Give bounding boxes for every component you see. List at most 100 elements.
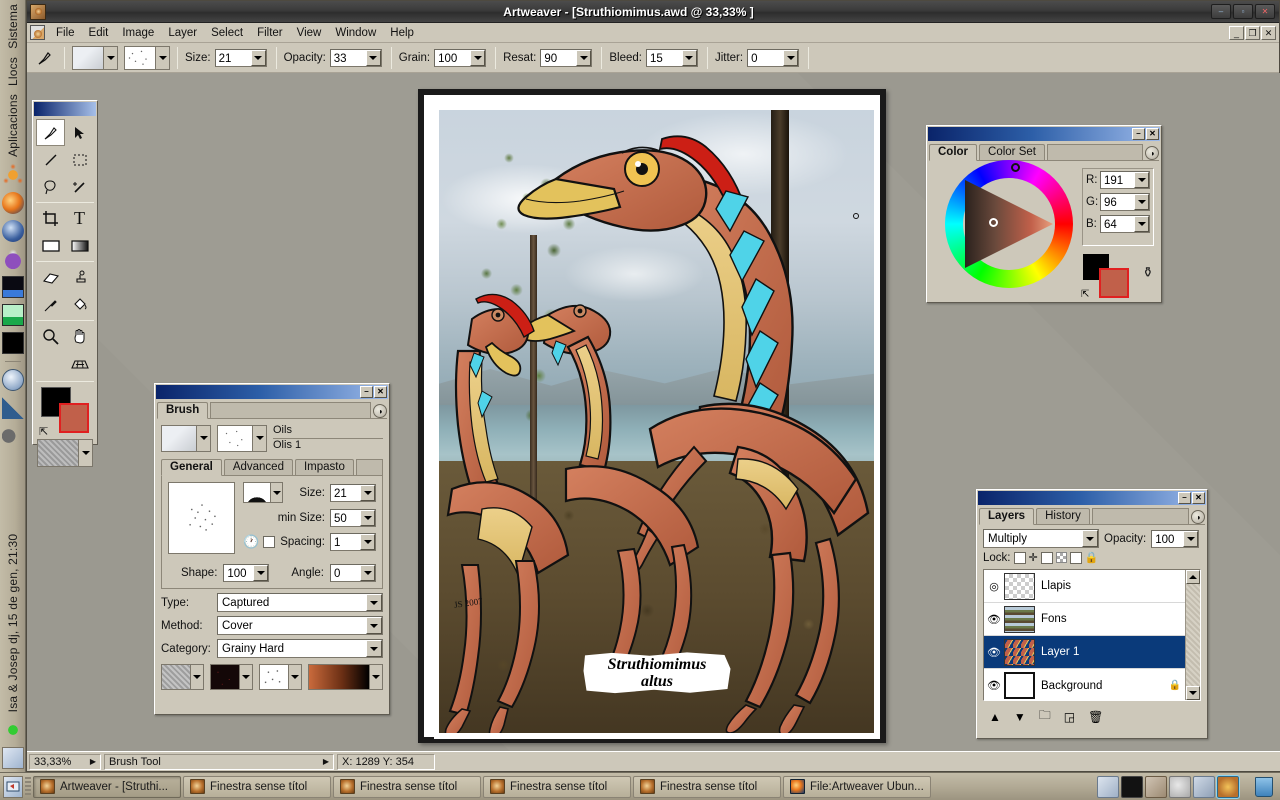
brush-angle-input[interactable]: 0 [330, 564, 376, 582]
task-untitled-3[interactable]: Finestra sense títol [483, 776, 631, 798]
network-monitor-applet[interactable] [2, 397, 24, 419]
gnome-menu-aplicacions[interactable]: Aplicacions [6, 90, 20, 161]
pattern-swatch[interactable] [210, 664, 253, 690]
menu-filter[interactable]: Filter [250, 25, 290, 41]
layers-opacity-input[interactable]: 100 [1151, 530, 1199, 548]
eraser-tool[interactable] [36, 264, 65, 291]
perspective-tool[interactable] [65, 350, 94, 377]
color-picker-icon[interactable]: ⚱ [1142, 264, 1154, 281]
tab-impasto[interactable]: Impasto [295, 459, 354, 475]
layers-panel-titlebar[interactable]: – ✕ [978, 491, 1206, 505]
layer-list[interactable]: ◎ Llapis 👁 Fons 👁 Layer 1 [983, 569, 1201, 701]
brush-panel-close-button[interactable]: ✕ [374, 386, 387, 398]
move-tool[interactable] [65, 119, 94, 146]
brush-panel-menu-icon[interactable]: ◑ [373, 404, 387, 418]
brush-type-select[interactable]: Captured [217, 593, 383, 612]
foreground-color-swatch[interactable] [1099, 268, 1129, 298]
close-button[interactable]: ✕ [1255, 4, 1275, 19]
gnome-clock[interactable]: Isa & Josep dj, 15 de gen, 21:30 [6, 450, 20, 716]
layers-panel-menu-icon[interactable]: ◑ [1191, 510, 1205, 524]
trash-icon[interactable] [1255, 777, 1273, 797]
mdi-restore-button[interactable]: ❐ [1245, 26, 1260, 40]
brush-panel-minimize-button[interactable]: – [360, 386, 373, 398]
evolution-icon[interactable] [2, 220, 24, 242]
package-icon[interactable] [1145, 776, 1167, 798]
menu-image[interactable]: Image [115, 25, 161, 41]
rect-select-tool[interactable] [65, 146, 94, 173]
image-canvas-window[interactable]: JS 2007 Struthiomimus altus [418, 89, 886, 743]
zoom-tool[interactable] [36, 323, 65, 350]
layer-row[interactable]: 👁 Fons [984, 603, 1185, 636]
minimize-button[interactable]: – [1211, 4, 1231, 19]
brush-shape-input[interactable]: 100 [223, 564, 269, 582]
brush-dab-swatch[interactable] [217, 425, 267, 452]
layer-row[interactable]: 👁 Layer 1 [984, 636, 1185, 669]
firefox-icon[interactable] [2, 192, 24, 214]
red-input[interactable]: 191 [1100, 171, 1150, 189]
swap-colors-icon[interactable]: ⇱ [1081, 289, 1089, 300]
new-layer-icon[interactable]: ◲ [1064, 710, 1075, 724]
mdi-close-button[interactable]: ✕ [1261, 26, 1276, 40]
visibility-toggle-icon[interactable]: 👁 [984, 613, 1004, 626]
foreground-color-swatch[interactable] [59, 403, 89, 433]
task-untitled-2[interactable]: Finestra sense títol [333, 776, 481, 798]
color-panel-close-button[interactable]: ✕ [1146, 128, 1159, 140]
clock-icon[interactable] [2, 369, 24, 391]
image-viewer-icon[interactable] [1217, 776, 1239, 798]
menu-select[interactable]: Select [204, 25, 250, 41]
tab-general[interactable]: General [161, 459, 222, 476]
maximize-button[interactable]: ▫ [1233, 4, 1253, 19]
bleed-input[interactable]: 15 [646, 49, 698, 67]
toolbox-titlebar[interactable] [34, 102, 96, 116]
gnome-menu-sistema[interactable]: Sistema [6, 0, 20, 53]
runner-icon[interactable] [2, 719, 24, 741]
move-down-icon[interactable]: ▼ [1014, 710, 1026, 724]
spacing-checkbox[interactable] [263, 536, 275, 548]
active-tool-display[interactable]: Brush Tool ▶ [104, 754, 334, 770]
resat-dropdown-arrow[interactable] [576, 50, 591, 66]
terminal-icon[interactable] [1121, 776, 1143, 798]
gnome-menu-llocs[interactable]: Llocs [6, 53, 20, 90]
menu-layer[interactable]: Layer [161, 25, 204, 41]
zoom-dropdown-arrow[interactable]: ▶ [82, 757, 96, 766]
hand-tool[interactable] [65, 323, 94, 350]
taskbar-grip[interactable] [25, 777, 31, 797]
eyedropper-tool[interactable] [36, 291, 65, 318]
texture-preset-swatch[interactable] [124, 46, 170, 70]
system-monitor-applet[interactable] [2, 276, 24, 298]
magic-wand-tool[interactable] [65, 173, 94, 200]
menu-edit[interactable]: Edit [82, 25, 116, 41]
tab-color[interactable]: Color [929, 144, 977, 161]
black-applet[interactable] [2, 332, 24, 354]
opacity-dropdown-arrow[interactable] [366, 50, 381, 66]
timing-clock-icon[interactable]: 🕐 [243, 534, 259, 550]
visibility-toggle-icon[interactable]: 👁 [984, 646, 1004, 659]
menu-file[interactable]: File [49, 25, 82, 41]
display-icon[interactable] [1097, 776, 1119, 798]
bleed-dropdown-arrow[interactable] [682, 50, 697, 66]
menu-view[interactable]: View [290, 25, 329, 41]
paper-texture-swatch[interactable] [37, 439, 93, 467]
menu-help[interactable]: Help [383, 25, 421, 41]
size-dropdown-arrow[interactable] [251, 50, 266, 66]
tab-color-set[interactable]: Color Set [979, 144, 1045, 160]
disk-monitor-applet[interactable] [2, 304, 24, 326]
move-up-icon[interactable]: ▲ [989, 710, 1001, 724]
tab-advanced[interactable]: Advanced [224, 459, 293, 475]
brush-method-select[interactable]: Cover [217, 616, 383, 635]
tab-history[interactable]: History [1036, 508, 1090, 524]
brush-preset-swatch[interactable] [72, 46, 118, 70]
scroll-down-button[interactable] [1186, 686, 1200, 700]
layers-panel-close-button[interactable]: ✕ [1192, 492, 1205, 504]
crop-tool[interactable] [36, 205, 65, 232]
delete-layer-icon[interactable]: 🗑 [1088, 710, 1103, 724]
saturation-selector-handle[interactable] [989, 218, 998, 227]
blend-mode-select[interactable]: Multiply [983, 529, 1099, 548]
size-input[interactable]: 21 [215, 49, 267, 67]
scroll-track[interactable] [1186, 584, 1200, 686]
layer-row[interactable]: ◎ Llapis [984, 570, 1185, 603]
clone-tool[interactable] [65, 264, 94, 291]
layer-list-scrollbar[interactable] [1185, 570, 1200, 700]
hue-selector-handle[interactable] [1011, 163, 1020, 172]
brush-spacing-input[interactable]: 1 [330, 533, 376, 551]
